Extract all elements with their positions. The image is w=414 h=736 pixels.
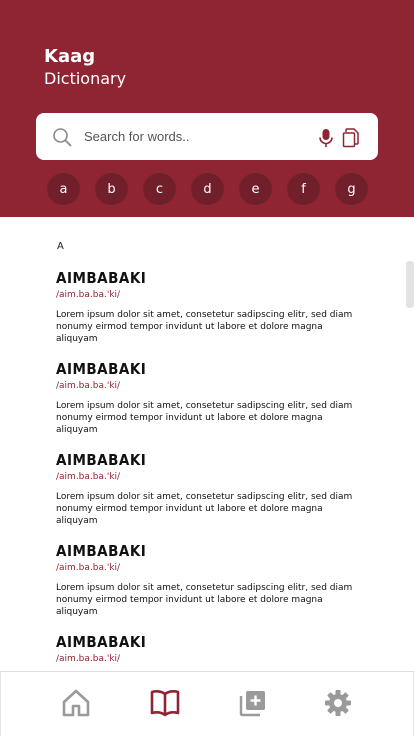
letter-g-button[interactable]: g bbox=[335, 173, 368, 205]
search-bar bbox=[36, 113, 378, 160]
entry-word: AiMBABAKi bbox=[56, 633, 147, 651]
entry-word: AiMBABAKi bbox=[56, 542, 147, 560]
word-list[interactable]: A AiMBABAKi /aim.ba.ba.'ki/ Lorem ipsum … bbox=[0, 217, 414, 671]
letter-a-button[interactable]: a bbox=[47, 173, 80, 205]
entry-word: AiMBABAKi bbox=[56, 360, 147, 378]
list-item[interactable]: AiMBABAKi /aim.ba.ba.'ki/ Lorem ipsum do… bbox=[56, 542, 376, 618]
list-item[interactable]: AiMBABAKi /aim.ba.ba.'ki/ bbox=[56, 633, 376, 665]
entry-pronunciation: /aim.ba.ba.'ki/ bbox=[56, 654, 121, 664]
entry-definition: Lorem ipsum dolor sit amet, consetetur s… bbox=[56, 310, 353, 344]
home-icon bbox=[62, 689, 90, 717]
microphone-icon[interactable] bbox=[318, 128, 334, 148]
nav-add-collection-button[interactable] bbox=[237, 686, 269, 720]
letter-c-button[interactable]: c bbox=[143, 173, 176, 205]
app-title-secondary: Dictionary bbox=[44, 69, 127, 88]
bottom-navigation bbox=[0, 671, 414, 736]
list-item[interactable]: AiMBABAKi /aim.ba.ba.'ki/ Lorem ipsum do… bbox=[56, 360, 376, 436]
entry-definition: Lorem ipsum dolor sit amet, consetetur s… bbox=[56, 492, 353, 526]
letter-d-button[interactable]: d bbox=[191, 173, 224, 205]
book-icon bbox=[150, 690, 180, 717]
add-to-collection-icon bbox=[239, 691, 265, 717]
entry-pronunciation: /aim.ba.ba.'ki/ bbox=[56, 381, 121, 391]
list-item[interactable]: AiMBABAKi /aim.ba.ba.'ki/ Lorem ipsum do… bbox=[56, 451, 376, 527]
section-letter-heading: A bbox=[57, 241, 64, 252]
app-title-primary: Kaag bbox=[44, 46, 96, 67]
letter-e-button[interactable]: e bbox=[239, 173, 272, 205]
entry-definition: Lorem ipsum dolor sit amet, consetetur s… bbox=[56, 583, 353, 617]
gear-icon bbox=[325, 690, 351, 716]
entry-pronunciation: /aim.ba.ba.'ki/ bbox=[56, 563, 121, 573]
scrollbar-thumb[interactable] bbox=[406, 261, 414, 308]
nav-dictionary-button[interactable] bbox=[149, 686, 181, 720]
entry-pronunciation: /aim.ba.ba.'ki/ bbox=[56, 472, 121, 482]
search-icon bbox=[53, 128, 72, 147]
letter-f-button[interactable]: f bbox=[287, 173, 320, 205]
copy-icon[interactable] bbox=[342, 128, 360, 148]
entry-word: AiMBABAKi bbox=[56, 269, 147, 287]
letter-b-button[interactable]: b bbox=[95, 173, 128, 205]
entry-word: AiMBABAKi bbox=[56, 451, 147, 469]
list-item[interactable]: AiMBABAKi /aim.ba.ba.'ki/ Lorem ipsum do… bbox=[56, 269, 376, 345]
search-input[interactable] bbox=[84, 123, 294, 150]
nav-home-button[interactable] bbox=[60, 686, 92, 720]
app-brand: Kaag Dictionary bbox=[44, 46, 126, 90]
nav-settings-button[interactable] bbox=[322, 686, 354, 720]
entry-definition: Lorem ipsum dolor sit amet, consetetur s… bbox=[56, 401, 353, 435]
app-header: Kaag Dictionary a b c d e f g bbox=[0, 0, 414, 217]
entry-pronunciation: /aim.ba.ba.'ki/ bbox=[56, 290, 121, 300]
